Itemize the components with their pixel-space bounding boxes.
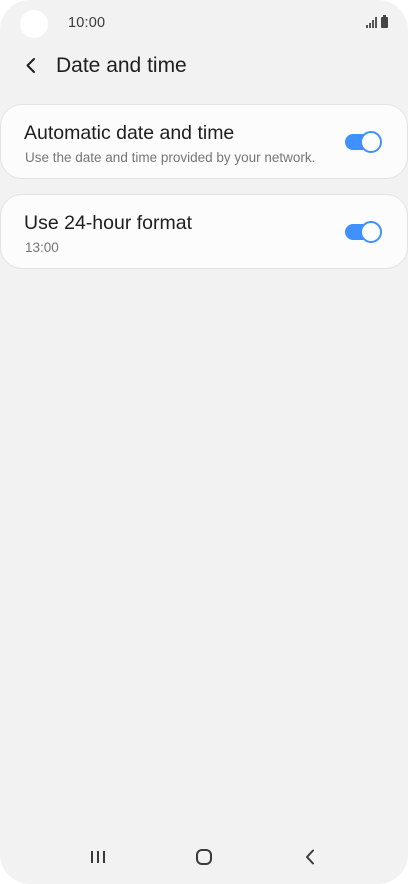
status-bar: 10:00	[0, 0, 408, 46]
navigation-bar	[0, 830, 408, 884]
setting-subtitle: 13:00	[25, 240, 59, 255]
recents-icon	[91, 851, 105, 863]
signal-icon	[366, 17, 377, 28]
toggle-knob	[360, 221, 382, 243]
status-clock: 10:00	[68, 15, 106, 31]
phone-screen: 10:00 Date and time Automatic date and t…	[0, 0, 408, 884]
header: Date and time	[0, 46, 408, 86]
setting-title: Automatic date and time	[24, 122, 235, 144]
automatic-date-time-toggle[interactable]	[345, 131, 382, 153]
setting-24-hour-format[interactable]: Use 24-hour format 13:00	[0, 194, 408, 269]
toggle-knob	[360, 131, 382, 153]
back-icon	[306, 849, 314, 865]
chevron-left-icon	[26, 58, 35, 73]
status-icons	[366, 15, 388, 28]
page-title: Date and time	[56, 54, 187, 77]
recents-button[interactable]	[83, 844, 113, 870]
setting-automatic-date-time[interactable]: Automatic date and time Use the date and…	[0, 104, 408, 179]
setting-subtitle: Use the date and time provided by your n…	[25, 150, 316, 165]
battery-icon	[381, 15, 388, 28]
home-button[interactable]	[189, 844, 219, 870]
home-icon	[196, 849, 212, 865]
back-button[interactable]	[18, 50, 46, 80]
setting-title: Use 24-hour format	[24, 212, 192, 234]
24-hour-format-toggle[interactable]	[345, 221, 382, 243]
nav-back-button[interactable]	[295, 844, 325, 870]
front-camera	[20, 10, 48, 38]
